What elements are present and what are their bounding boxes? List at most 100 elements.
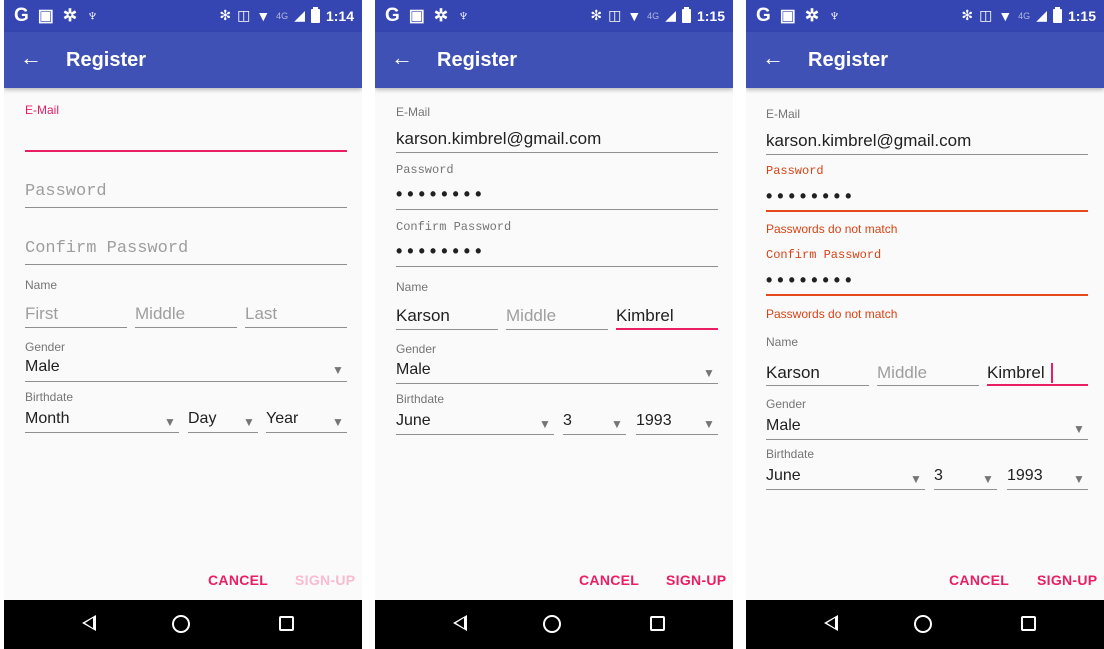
birth-day-select[interactable]: 3 [934,467,943,485]
gender-underline [766,439,1088,440]
birth-year-select[interactable]: 1993 [1007,467,1043,485]
birth-day-underline [934,489,997,490]
email-field[interactable]: karson.kimbrel@gmail.com [396,129,601,149]
android-debug-icon: ♆ [457,6,470,25]
first-name-field[interactable]: Karson [766,363,820,383]
password-field[interactable]: •••••••• [766,186,856,207]
signup-button[interactable]: SIGN-UP [295,572,355,588]
navigation-bar [375,600,733,649]
dropdown-arrow-icon: ▼ [1073,422,1085,436]
status-time: 1:15 [1067,7,1096,24]
confirm-password-underline [25,264,347,265]
password-field[interactable]: •••••••• [396,184,486,205]
cancel-button[interactable]: CANCEL [579,572,639,588]
battery-icon [681,6,691,23]
cancel-button[interactable]: CANCEL [208,572,268,588]
confirm-password-field[interactable]: •••••••• [766,270,856,291]
middle-name-underline [877,385,979,386]
password-underline [766,210,1088,212]
password-underline [25,207,347,208]
confirm-password-underline [766,294,1088,296]
vibrate-icon: ◫ [979,7,993,23]
birth-day-underline [563,434,626,435]
network-type-icon: 4G [276,10,289,21]
signup-button[interactable]: SIGN-UP [1037,572,1097,588]
nav-recents-icon[interactable] [650,616,665,631]
password-field[interactable]: Password [25,182,107,201]
app-bar: ← Register [375,32,733,88]
nav-recents-icon[interactable] [279,616,294,631]
status-time: 1:14 [325,7,354,24]
first-name-underline [25,327,127,328]
gender-select[interactable]: Male [396,361,431,379]
confirm-password-field[interactable]: Confirm Password [25,239,188,258]
birth-year-select[interactable]: Year [266,410,298,428]
page-title: Register [808,49,889,71]
last-name-field[interactable]: Last [245,304,277,324]
nav-home-icon[interactable] [172,615,190,633]
birth-year-select[interactable]: 1993 [636,412,672,430]
confirm-password-field[interactable]: •••••••• [396,241,486,262]
gender-underline [25,381,347,382]
gender-underline [396,383,718,384]
last-name-field[interactable]: Kimbrel [616,306,674,326]
password-label: Password [396,163,454,177]
nav-home-icon[interactable] [543,615,561,633]
dropdown-arrow-icon: ▼ [1073,472,1085,486]
google-icon: G [756,5,771,26]
first-name-field[interactable]: First [25,304,58,324]
android-debug-icon: ♆ [86,6,99,25]
battery-icon [310,6,320,23]
image-notification-icon: ▣ [37,6,54,25]
wifi-icon: ▼ [627,7,642,24]
nav-back-icon[interactable] [824,615,838,631]
nav-back-icon[interactable] [453,615,467,631]
phone-screen-2: G ▣ ✲ ♆ ✻ ◫ ▼ 4G ◢ 1:15 ← Register E-Mai… [375,0,733,649]
first-name-field[interactable]: Karson [396,306,450,326]
confirm-password-label: Confirm Password [766,248,882,262]
page-title: Register [437,49,518,71]
nav-back-icon[interactable] [82,615,96,631]
birthdate-label: Birthdate [766,447,815,461]
email-field[interactable]: karson.kimbrel@gmail.com [766,131,971,151]
settings-notification-icon: ✲ [62,6,78,25]
bluetooth-icon: ✻ [961,7,974,23]
email-label: E-Mail [25,103,60,117]
cancel-button[interactable]: CANCEL [949,572,1009,588]
back-arrow-icon[interactable]: ← [391,46,413,70]
nav-home-icon[interactable] [914,615,932,633]
network-type-icon: 4G [647,10,660,21]
back-arrow-icon[interactable]: ← [762,46,784,70]
navigation-bar [746,600,1104,649]
birth-month-underline [25,432,179,433]
gender-select[interactable]: Male [766,417,801,435]
gender-select[interactable]: Male [25,358,60,376]
birth-day-select[interactable]: Day [188,410,216,428]
birth-day-select[interactable]: 3 [563,412,572,430]
email-underline [25,150,347,152]
dropdown-arrow-icon: ▼ [982,472,994,486]
middle-name-field[interactable]: Middle [506,306,556,326]
birth-month-select[interactable]: June [766,467,801,485]
phone-screen-3: G ▣ ✲ ♆ ✻ ◫ ▼ 4G ◢ 1:15 ← Register E-Mai… [746,0,1104,649]
dropdown-arrow-icon: ▼ [243,415,255,429]
birth-year-underline [1007,489,1088,490]
back-arrow-icon[interactable]: ← [20,46,42,70]
last-name-underline [987,384,1088,386]
name-label: Name [766,335,799,349]
birth-month-select[interactable]: June [396,412,431,430]
nav-recents-icon[interactable] [1021,616,1036,631]
dropdown-arrow-icon: ▼ [703,417,715,431]
signup-button[interactable]: SIGN-UP [666,572,726,588]
password-underline [396,209,718,210]
last-name-field[interactable]: Kimbrel [987,363,1045,383]
birth-month-select[interactable]: Month [25,410,69,428]
dropdown-arrow-icon: ▼ [910,472,922,486]
email-underline [766,154,1088,155]
dropdown-arrow-icon: ▼ [539,417,551,431]
middle-name-field[interactable]: Middle [135,304,185,324]
vibrate-icon: ◫ [608,7,622,23]
birthdate-label: Birthdate [25,390,74,404]
dropdown-arrow-icon: ▼ [611,417,623,431]
middle-name-field[interactable]: Middle [877,363,927,383]
